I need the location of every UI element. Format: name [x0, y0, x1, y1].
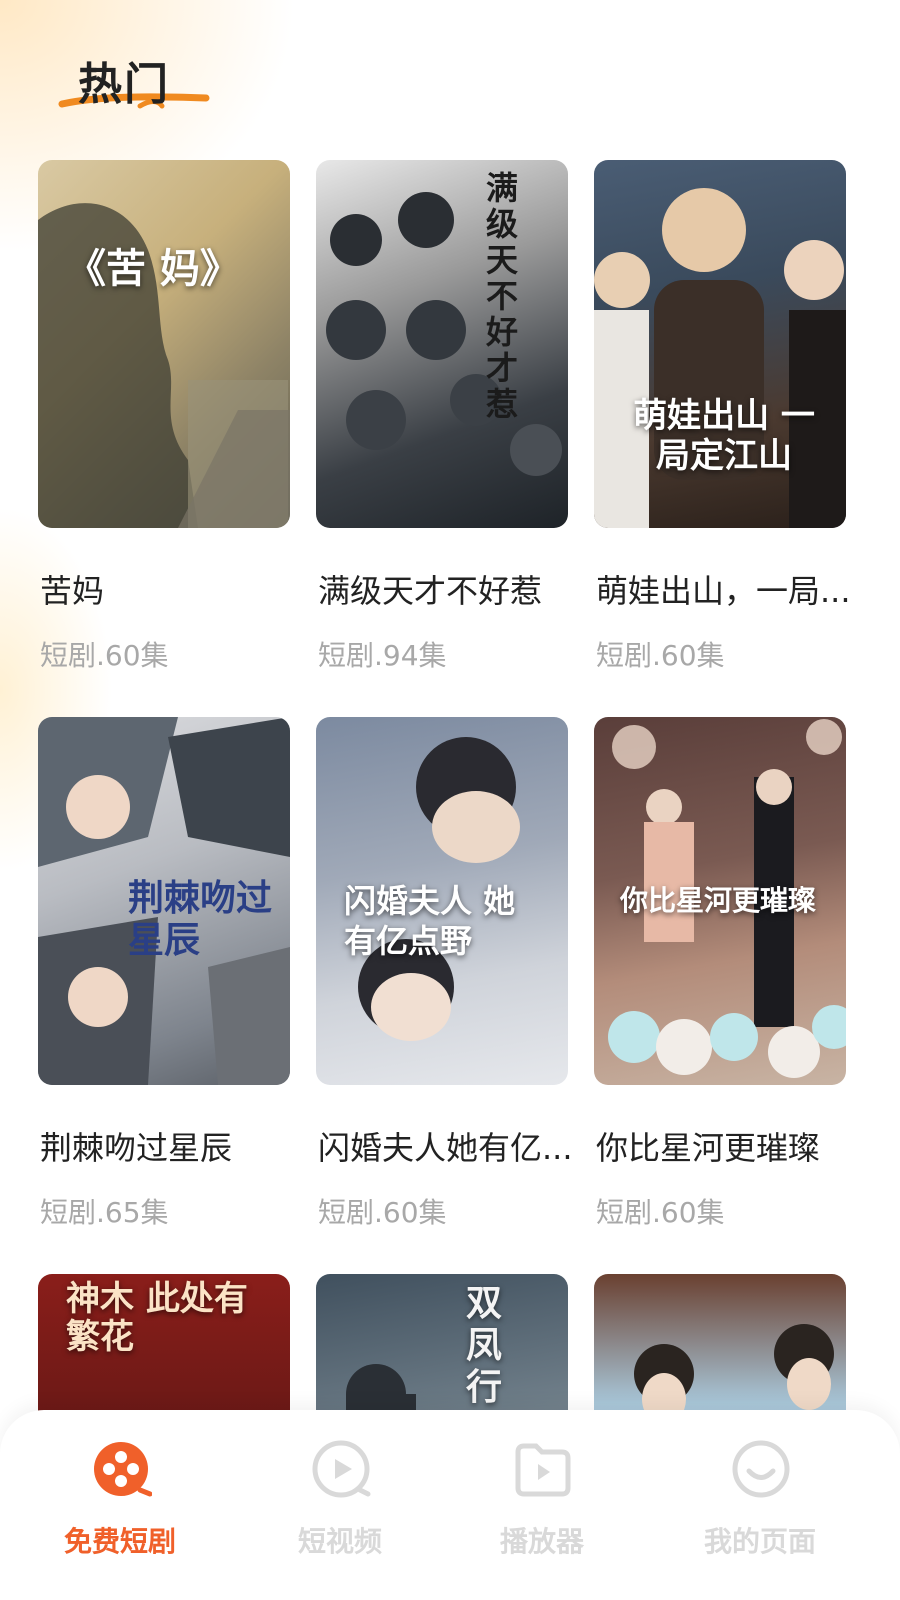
poster-title-text: 你比星河更璀璨 — [620, 884, 817, 917]
poster-title-text: 神木 此处有繁花 — [66, 1279, 248, 1357]
poster-title-text: 荆棘吻过星辰 — [128, 877, 273, 961]
drama-title[interactable]: 萌娃出山，一局... — [596, 566, 854, 612]
nav-label: 我的页面 — [703, 1525, 816, 1558]
nav-tab-free-short-drama[interactable]: 免费短剧 — [20, 1430, 220, 1580]
drama-poster[interactable]: 你比星河更璀璨 — [594, 717, 846, 1085]
drama-card[interactable]: 荆棘吻过星辰 荆棘吻过星辰 短剧.65集 — [38, 717, 290, 1229]
nav-label: 免费短剧 — [63, 1525, 176, 1558]
drama-poster[interactable]: 萌娃出山 一局定江山 — [594, 160, 846, 528]
drama-title[interactable]: 荆棘吻过星辰 — [40, 1123, 298, 1169]
drama-poster[interactable]: 荆棘吻过星辰 — [38, 717, 290, 1085]
drama-meta: 短剧.65集 — [40, 1196, 169, 1229]
drama-title[interactable]: 闪婚夫人她有亿... — [318, 1123, 576, 1169]
poster-title-text: 双凤行 — [466, 1282, 503, 1408]
drama-meta: 短剧.60集 — [318, 1196, 447, 1229]
play-circle-icon — [312, 1440, 371, 1498]
poster-title-text: 萌娃出山 一局定江山 — [633, 396, 815, 476]
folder-play-icon — [515, 1443, 571, 1497]
drama-poster[interactable]: 满级天不好才惹 — [316, 160, 568, 528]
bottom-nav: 免费短剧 短视频 播放器 我的页面 — [0, 1410, 900, 1600]
nav-label: 短视频 — [297, 1525, 382, 1558]
page: 热门 《苦 妈》 苦妈 短剧.60集 满级天不好才惹 满级天才不好惹 短剧.94… — [0, 0, 900, 1600]
drama-title[interactable]: 苦妈 — [40, 566, 298, 612]
drama-title[interactable]: 你比星河更璀璨 — [596, 1123, 854, 1169]
poster-title-text: 满级天不好才惹 — [486, 169, 519, 423]
drama-meta: 短剧.60集 — [40, 639, 169, 672]
nav-label: 播放器 — [499, 1525, 584, 1558]
nav-tab-my-page[interactable]: 我的页面 — [660, 1430, 860, 1580]
drama-card[interactable]: 《苦 妈》 苦妈 短剧.60集 — [38, 160, 290, 672]
drama-poster[interactable]: 闪婚夫人 她有亿点野 — [316, 717, 568, 1085]
drama-card[interactable]: 你比星河更璀璨 你比星河更璀璨 短剧.60集 — [594, 717, 846, 1229]
nav-tab-player[interactable]: 播放器 — [442, 1430, 642, 1580]
film-reel-icon — [94, 1442, 152, 1497]
drama-title[interactable]: 满级天才不好惹 — [318, 566, 576, 612]
poster-title-text: 《苦 妈》 — [66, 245, 240, 292]
drama-meta: 短剧.60集 — [596, 639, 725, 672]
poster-title-text: 闪婚夫人 她有亿点野 — [344, 882, 516, 960]
drama-meta: 短剧.94集 — [318, 639, 447, 672]
nav-tab-short-video[interactable]: 短视频 — [240, 1430, 440, 1580]
drama-card[interactable]: 满级天不好才惹 满级天才不好惹 短剧.94集 — [316, 160, 568, 672]
smile-face-icon — [732, 1440, 790, 1498]
drama-card[interactable]: 萌娃出山 一局定江山 萌娃出山，一局... 短剧.60集 — [594, 160, 851, 672]
section-title: 热门 — [78, 59, 170, 110]
drama-poster[interactable]: 《苦 妈》 — [38, 160, 290, 528]
poster-art — [38, 203, 290, 528]
drama-card[interactable]: 闪婚夫人 她有亿点野 闪婚夫人她有亿... 短剧.60集 — [316, 717, 573, 1229]
drama-meta: 短剧.60集 — [596, 1196, 725, 1229]
